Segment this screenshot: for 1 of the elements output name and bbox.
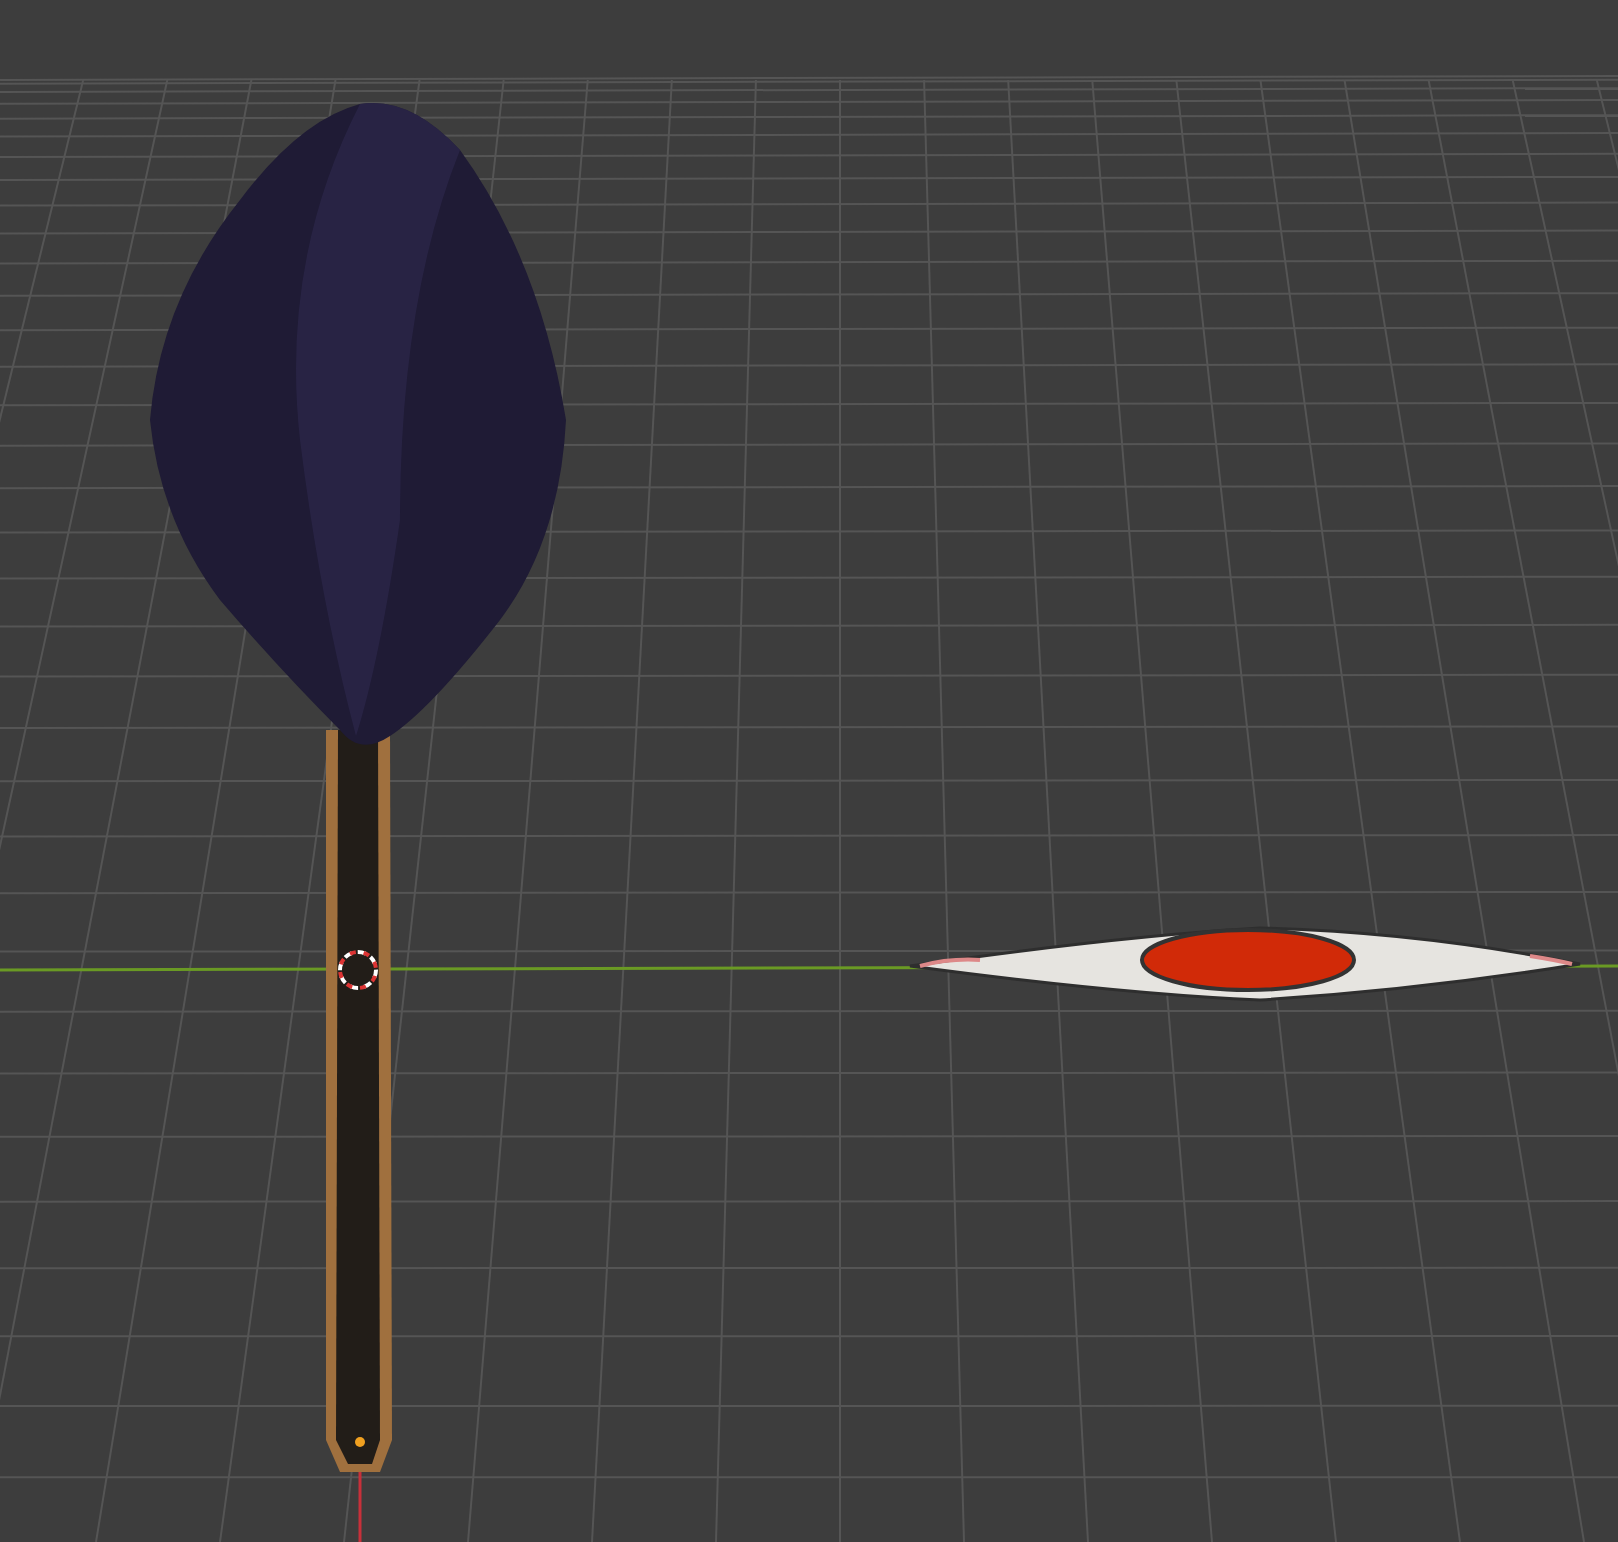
origin-dot-icon [355,1437,365,1447]
